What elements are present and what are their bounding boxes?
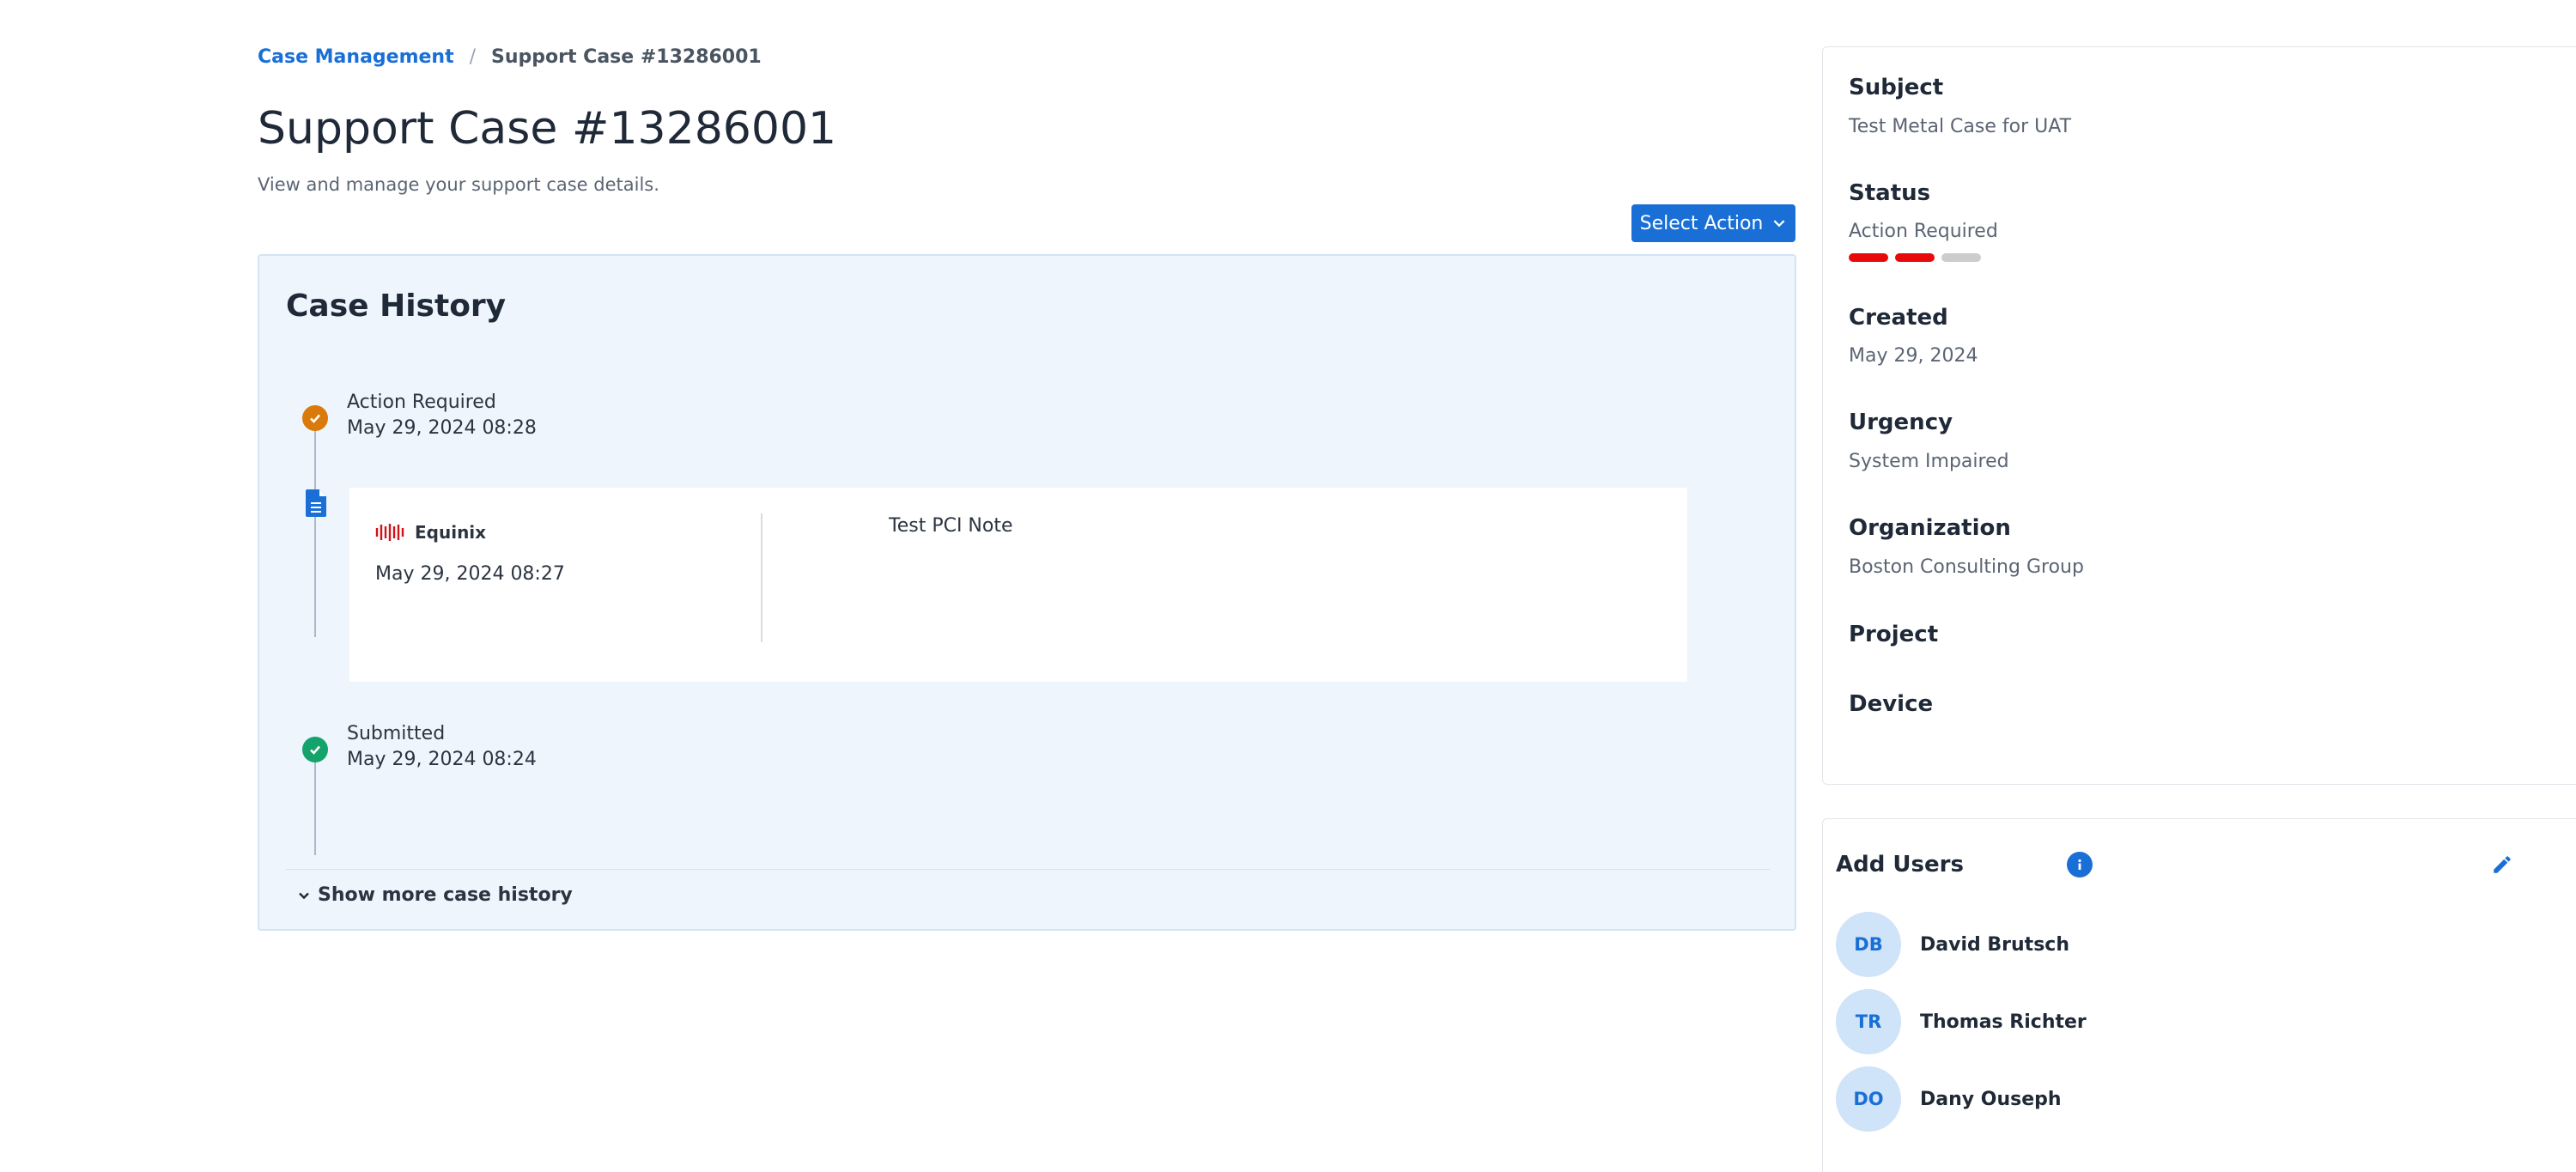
- breadcrumb-current: Support Case #13286001: [491, 46, 762, 68]
- avatar: DO: [1836, 1066, 1901, 1132]
- history-event-timestamp: May 29, 2024 08:28: [347, 417, 537, 439]
- status-segment: [1941, 253, 1981, 262]
- note-text: Test PCI Note: [889, 515, 1013, 537]
- history-event-label: Submitted: [347, 723, 446, 744]
- user-name: David Brutsch: [1920, 933, 2069, 956]
- info-icon[interactable]: [2067, 852, 2093, 877]
- action-required-check-icon: [302, 405, 328, 431]
- submitted-check-icon: [302, 737, 328, 762]
- case-history-title: Case History: [286, 288, 507, 324]
- user-item[interactable]: DO Dany Ouseph: [1836, 1066, 2062, 1132]
- breadcrumb: Case Management / Support Case #13286001: [258, 46, 762, 68]
- device-label: Device: [1849, 691, 1934, 717]
- document-icon: [306, 489, 326, 517]
- urgency-value: System Impaired: [1849, 451, 2009, 472]
- user-item[interactable]: TR Thomas Richter: [1836, 989, 2087, 1054]
- breadcrumb-separator: /: [469, 46, 477, 68]
- note-author-name: Equinix: [415, 522, 487, 543]
- avatar: DB: [1836, 912, 1901, 977]
- status-progress-indicator: [1849, 253, 1981, 262]
- select-action-button[interactable]: Select Action: [1631, 204, 1795, 242]
- history-event-action-required: Action Required May 29, 2024 08:28: [347, 390, 537, 441]
- user-name: Dany Ouseph: [1920, 1088, 2062, 1110]
- project-label: Project: [1849, 622, 1939, 647]
- case-note-card: Equinix May 29, 2024 08:27 Test PCI Note: [349, 488, 1687, 682]
- avatar: TR: [1836, 989, 1901, 1054]
- note-author: Equinix: [375, 522, 486, 543]
- chevron-down-icon: [1773, 220, 1785, 228]
- created-value: May 29, 2024: [1849, 345, 1978, 367]
- subject-label: Subject: [1849, 75, 1944, 100]
- status-label: Status: [1849, 180, 1931, 206]
- case-details-panel: Subject Test Metal Case for UAT Status A…: [1822, 46, 2576, 785]
- status-value: Action Required: [1849, 221, 1998, 242]
- add-users-title: Add Users: [1836, 852, 1964, 877]
- breadcrumb-case-management-link[interactable]: Case Management: [258, 46, 454, 68]
- note-timestamp: May 29, 2024 08:27: [375, 563, 565, 585]
- show-more-label: Show more case history: [318, 884, 573, 906]
- history-event-submitted: Submitted May 29, 2024 08:24: [347, 721, 537, 773]
- history-divider: [286, 869, 1770, 870]
- show-more-history-button[interactable]: Show more case history: [297, 884, 573, 906]
- page-subtitle: View and manage your support case detail…: [258, 174, 659, 195]
- history-event-label: Action Required: [347, 392, 496, 413]
- organization-value: Boston Consulting Group: [1849, 556, 2084, 578]
- urgency-label: Urgency: [1849, 410, 1953, 435]
- status-segment: [1895, 253, 1935, 262]
- add-users-panel: Add Users DB David Brutsch TR Thomas Ric…: [1822, 818, 2576, 1172]
- history-event-timestamp: May 29, 2024 08:24: [347, 749, 537, 770]
- status-segment: [1849, 253, 1888, 262]
- subject-value: Test Metal Case for UAT: [1849, 116, 2072, 137]
- select-action-label: Select Action: [1639, 212, 1764, 234]
- created-label: Created: [1849, 305, 1948, 331]
- user-item[interactable]: DB David Brutsch: [1836, 912, 2069, 977]
- case-history-panel: Case History Action Required May 29, 202…: [258, 254, 1796, 931]
- user-name: Thomas Richter: [1920, 1011, 2087, 1033]
- organization-label: Organization: [1849, 515, 2011, 541]
- equinix-logo-icon: [375, 524, 404, 541]
- timeline-line: [314, 405, 316, 637]
- chevron-down-icon: [299, 892, 309, 899]
- edit-pencil-icon[interactable]: [2491, 853, 2513, 876]
- note-divider: [761, 513, 762, 642]
- page-title: Support Case #13286001: [258, 103, 837, 155]
